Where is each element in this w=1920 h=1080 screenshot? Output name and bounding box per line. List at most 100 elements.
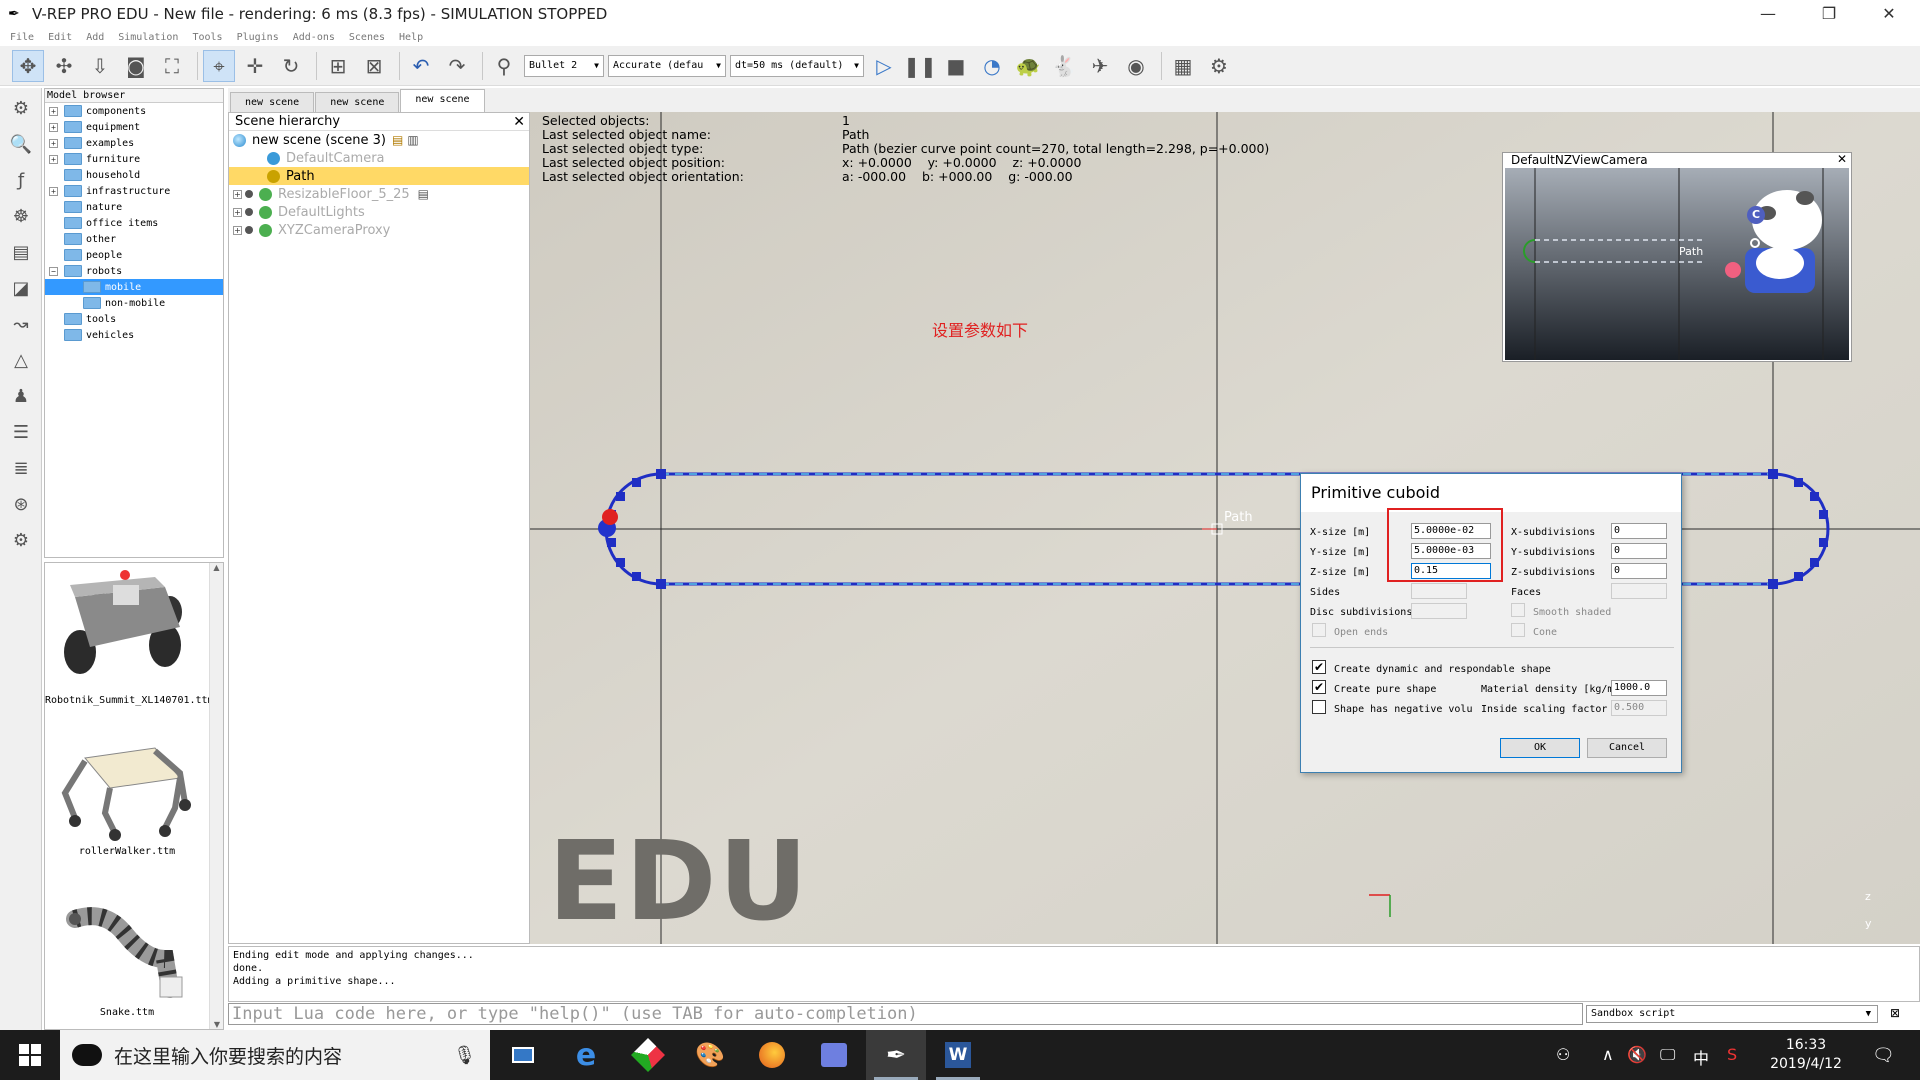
realtime-icon[interactable]: ◔ (976, 50, 1008, 82)
model-tree-item[interactable]: office items (45, 215, 223, 231)
volume-icon[interactable]: 🔇 (1627, 1045, 1647, 1064)
vrep-taskbar-icon[interactable]: ✒ (866, 1030, 926, 1080)
model-tree-item[interactable]: + furniture (45, 151, 223, 167)
model-browser-toggle-icon[interactable]: ♟ (5, 380, 37, 412)
model-tree-item[interactable]: household (45, 167, 223, 183)
negative-volume-checkbox[interactable] (1312, 700, 1326, 714)
customization-script-icon[interactable]: ▥ (407, 133, 418, 147)
tab-scene-3[interactable]: new scene (400, 89, 485, 112)
hierarchy-item[interactable]: + XYZCameraProxy (229, 221, 529, 239)
hierarchy-root[interactable]: new scene (scene 3) ▤ ▥ (229, 131, 529, 149)
page-selector-icon[interactable]: ⚙ (1203, 50, 1235, 82)
menu-add[interactable]: Add (86, 32, 104, 43)
object-shift-icon[interactable]: ✛ (239, 50, 271, 82)
firefox-icon[interactable] (742, 1030, 802, 1080)
physics-engine-select[interactable]: Bullet 2 ▼ (524, 54, 604, 77)
notification-icon[interactable]: 🗨 (1872, 1045, 1895, 1066)
scene-hierarchy-toggle-icon[interactable]: ☰ (5, 416, 37, 448)
ok-button[interactable]: OK (1500, 738, 1580, 758)
function-icon[interactable]: ƒ (5, 164, 37, 196)
script-select[interactable]: Sandbox script ▼ (1586, 1005, 1878, 1023)
minimize-button[interactable]: — (1745, 0, 1791, 28)
undo-icon[interactable]: ↶ (405, 50, 437, 82)
menu-tools[interactable]: Tools (192, 32, 222, 43)
menu-plugins[interactable]: Plugins (237, 32, 279, 43)
path-edit-icon[interactable]: ↝ (5, 308, 37, 340)
close-icon[interactable]: ⊠ (1890, 1006, 1900, 1020)
hierarchy-item[interactable]: + DefaultLights (229, 203, 529, 221)
model-tree-item[interactable]: non-mobile (45, 295, 223, 311)
close-icon[interactable]: ✕ (1837, 152, 1847, 166)
mail-app-icon[interactable] (804, 1030, 864, 1080)
model-thumbnail[interactable]: Snake.ttm (45, 889, 209, 1018)
expand-toggle-icon[interactable]: + (49, 122, 58, 132)
expand-toggle-icon[interactable]: + (49, 138, 58, 148)
expand-toggle-icon[interactable]: + (233, 207, 242, 217)
edge-browser-icon[interactable]: e (556, 1030, 616, 1080)
video-recorder-icon[interactable]: ⊛ (5, 488, 37, 520)
expand-toggle-icon[interactable]: + (233, 189, 242, 199)
selection-icon[interactable]: △ (5, 344, 37, 376)
expand-toggle-icon[interactable]: + (49, 106, 58, 116)
sogou-ime-icon[interactable]: S (1727, 1045, 1737, 1064)
menu-help[interactable]: Help (399, 32, 423, 43)
play-icon[interactable]: ▷ (868, 50, 900, 82)
camera-shift-icon[interactable]: ⇩ (84, 50, 116, 82)
scroll-up-icon[interactable]: ▲ (210, 563, 223, 572)
taskbar-clock[interactable]: 16:33 2019/4/12 (1766, 1036, 1846, 1074)
floating-camera-view[interactable]: DefaultNZViewCamera ✕ Path C (1502, 152, 1852, 362)
cancel-button[interactable]: Cancel (1587, 738, 1667, 758)
model-tree-item[interactable]: people (45, 247, 223, 263)
task-view-icon[interactable] (493, 1030, 553, 1080)
camera-rotate-icon[interactable]: ✣ (48, 50, 80, 82)
script-icon[interactable]: ▤ (418, 187, 429, 201)
hierarchy-item[interactable]: DefaultCamera (229, 149, 529, 167)
microphone-icon[interactable]: 🎙 (453, 1045, 476, 1066)
assemble-icon[interactable]: ⊞ (322, 50, 354, 82)
visibility-dot-icon[interactable] (245, 190, 253, 198)
stop-icon[interactable]: ■ (940, 50, 972, 82)
dynamics-icon[interactable]: ⚲ (488, 50, 520, 82)
model-tree-item[interactable]: vehicles (45, 327, 223, 343)
layers-icon[interactable]: ≣ (5, 452, 37, 484)
scripts-icon[interactable]: ▤ (5, 236, 37, 268)
model-tree-item[interactable]: + examples (45, 135, 223, 151)
click-select-icon[interactable]: ⌖ (203, 49, 235, 82)
scene-viewport[interactable]: Selected objects: 1 Last selected object n… (530, 112, 1920, 944)
tab-scene-2[interactable]: new scene (315, 92, 400, 112)
menu-simulation[interactable]: Simulation (118, 32, 178, 43)
close-button[interactable]: ✕ (1866, 0, 1912, 28)
fit-to-view-icon[interactable]: ⛶ (156, 50, 188, 82)
menu-addons[interactable]: Add-ons (293, 32, 335, 43)
visibility-dot-icon[interactable] (245, 208, 253, 216)
chevron-up-icon[interactable]: ∧ (1602, 1045, 1614, 1064)
model-tree-item[interactable]: + infrastructure (45, 183, 223, 199)
model-tree-item[interactable]: mobile (45, 279, 223, 295)
model-thumbnail[interactable]: rollerWalker.ttm (45, 733, 209, 857)
start-button[interactable] (0, 1030, 60, 1080)
thread-rendering-icon[interactable]: ✈ (1084, 50, 1116, 82)
calc-modules-icon[interactable]: 🔍 (5, 128, 37, 160)
model-tree-item[interactable]: + equipment (45, 119, 223, 135)
expand-toggle-icon[interactable]: + (49, 154, 58, 164)
expand-toggle-icon[interactable]: + (49, 186, 58, 196)
word-icon[interactable]: W (928, 1030, 988, 1080)
visibility-dot-icon[interactable] (245, 226, 253, 234)
y-subdivisions-input[interactable]: 0 (1611, 543, 1667, 559)
hierarchy-item[interactable]: + ResizableFloor_5_25 ▤ (229, 185, 529, 203)
object-rotate-icon[interactable]: ↻ (275, 50, 307, 82)
redo-icon[interactable]: ↷ (441, 50, 473, 82)
material-density-input[interactable]: 1000.0 (1611, 680, 1667, 696)
thumbnail-scrollbar[interactable]: ▲ ▼ (209, 563, 223, 1029)
timestep-select[interactable]: dt=50 ms (default) ▼ (730, 54, 864, 77)
shape-edit-icon[interactable]: ◪ (5, 272, 37, 304)
close-icon[interactable]: ✕ (513, 113, 525, 131)
menu-scenes[interactable]: Scenes (349, 32, 385, 43)
taskbar-search[interactable]: 在这里输入你要搜索的内容 🎙 (60, 1030, 490, 1080)
model-tree-item[interactable]: − robots (45, 263, 223, 279)
user-settings-icon[interactable]: ⚙ (5, 524, 37, 556)
scroll-down-icon[interactable]: ▼ (210, 1020, 223, 1029)
scene-selector-icon[interactable]: ▦ (1167, 50, 1199, 82)
accuracy-select[interactable]: Accurate (defau ▼ (608, 54, 726, 77)
expand-toggle-icon[interactable]: − (49, 266, 58, 276)
